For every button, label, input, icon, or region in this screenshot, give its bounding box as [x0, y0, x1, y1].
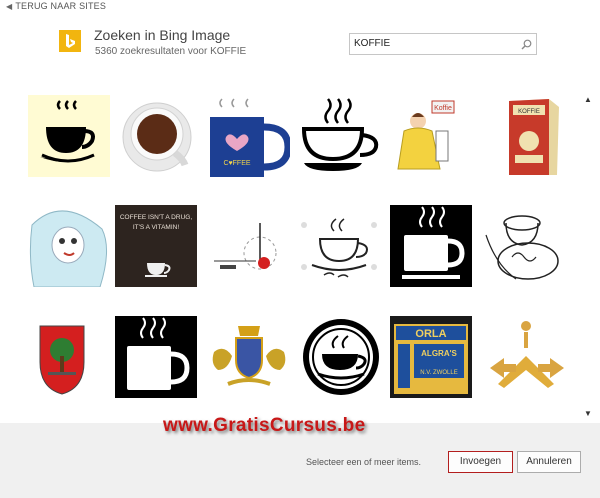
result-image-4[interactable] — [298, 95, 380, 177]
result-image-13[interactable] — [28, 316, 110, 398]
scroll-down-arrow-icon[interactable]: ▼ — [584, 409, 592, 418]
search-icon[interactable] — [521, 37, 532, 55]
page-title: Zoeken in Bing Image — [94, 27, 231, 43]
tile-text-koffie-pkg: KOFFIE — [518, 109, 540, 115]
tile-text-koffie: Koffie — [434, 105, 452, 112]
result-image-3[interactable]: C♥FFEE — [208, 95, 290, 177]
selection-hint: Selecteer een of meer items. — [306, 457, 422, 467]
result-image-8[interactable]: COFFEE ISN'T A DRUG, IT'S A VITAMIN! — [115, 205, 197, 287]
insert-button[interactable]: Invoegen — [448, 451, 513, 473]
search-input[interactable] — [354, 36, 504, 51]
search-box — [349, 33, 537, 55]
result-image-18[interactable] — [486, 316, 568, 398]
result-image-9[interactable] — [210, 205, 292, 287]
bing-logo-icon — [59, 30, 81, 52]
result-image-6[interactable]: KOFFIE — [495, 95, 577, 177]
result-image-2[interactable] — [115, 95, 197, 177]
result-count: 5360 zoekresultaten voor KOFFIE — [95, 46, 247, 57]
scroll-up-arrow-icon[interactable]: ▲ — [584, 95, 592, 104]
result-image-10[interactable] — [298, 205, 380, 287]
result-image-17[interactable]: ORLA ALGRA'S N.V. ZWOLLE — [390, 316, 472, 398]
cancel-button[interactable]: Annuleren — [517, 451, 581, 473]
dark-sign-line1: COFFEE ISN'T A DRUG, — [120, 214, 192, 221]
tile-text-orla: ORLA — [415, 328, 446, 340]
result-image-7[interactable] — [28, 205, 110, 287]
dark-sign-line2: IT'S A VITAMIN! — [133, 224, 179, 231]
result-image-15[interactable] — [208, 316, 290, 398]
back-link-label: TERUG NAAR SITES — [15, 1, 107, 11]
mug-text: C♥FFEE — [223, 160, 250, 167]
result-image-14[interactable] — [115, 316, 197, 398]
result-image-1[interactable] — [28, 95, 110, 177]
watermark: www.GratisCursus.be — [163, 415, 366, 436]
chevron-left-icon: ◀ — [6, 2, 13, 11]
result-image-12[interactable] — [482, 205, 564, 287]
tile-text-zwolle: N.V. ZWOLLE — [420, 370, 457, 376]
back-to-sites-link[interactable]: ◀ TERUG NAAR SITES — [6, 1, 106, 11]
tile-text-algra: ALGRA'S — [421, 349, 457, 358]
result-image-11[interactable] — [390, 205, 472, 287]
result-image-16[interactable] — [300, 316, 382, 398]
result-image-5[interactable]: Koffie — [390, 95, 472, 177]
